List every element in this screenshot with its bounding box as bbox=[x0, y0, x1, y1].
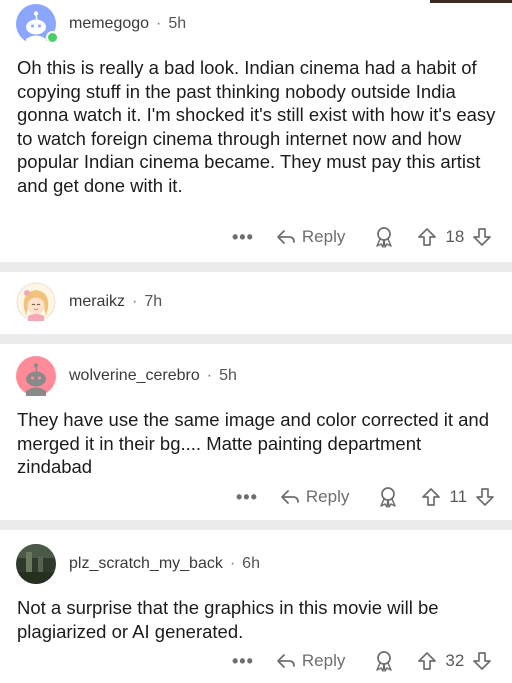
downvote-icon[interactable] bbox=[472, 227, 492, 247]
comment-age: 5h bbox=[168, 15, 187, 32]
upvote-icon[interactable] bbox=[417, 651, 437, 671]
reply-label: Reply bbox=[301, 651, 346, 670]
award-button[interactable] bbox=[373, 226, 395, 248]
snoo-avatar-icon bbox=[16, 356, 56, 396]
comment-meta: plz_scratch_my_back · 6h bbox=[69, 555, 260, 573]
reply-button[interactable]: Reply bbox=[276, 227, 345, 247]
comment: wolverine_cerebro · 5h They have use the… bbox=[0, 344, 512, 520]
username[interactable]: memegogo bbox=[69, 15, 149, 33]
vote-controls: 32 bbox=[417, 651, 492, 671]
username[interactable]: wolverine_cerebro bbox=[69, 367, 200, 385]
reply-button[interactable]: Reply bbox=[280, 487, 349, 507]
more-options-button[interactable]: ••• bbox=[236, 487, 258, 508]
comment: memegogo · 5h Oh this is really a bad lo… bbox=[0, 0, 512, 262]
comment-meta: wolverine_cerebro · 5h bbox=[69, 367, 237, 385]
comment-header: memegogo · 5h bbox=[16, 4, 186, 44]
reply-label: Reply bbox=[301, 227, 346, 246]
upvote-icon[interactable] bbox=[421, 487, 441, 507]
photo-avatar-icon bbox=[16, 544, 56, 584]
comment-actions: ••• Reply 18 bbox=[232, 226, 492, 248]
vote-count: 11 bbox=[449, 487, 468, 506]
comment-body: Not a surprise that the graphics in this… bbox=[17, 597, 439, 642]
award-icon bbox=[380, 487, 397, 508]
reply-icon bbox=[277, 230, 295, 244]
upvote-icon[interactable] bbox=[417, 227, 437, 247]
reply-icon bbox=[281, 490, 299, 504]
award-button[interactable] bbox=[373, 650, 395, 672]
separator-dot: · bbox=[229, 555, 236, 572]
comment-body: They have use the same image and color c… bbox=[17, 409, 490, 477]
comment-meta: meraikz · 7h bbox=[69, 293, 162, 311]
reply-button[interactable]: Reply bbox=[276, 651, 345, 671]
vote-controls: 11 bbox=[421, 487, 495, 507]
comment-meta: memegogo · 5h bbox=[69, 15, 186, 33]
avatar[interactable] bbox=[16, 4, 59, 44]
username[interactable]: plz_scratch_my_back bbox=[69, 555, 223, 573]
avatar[interactable] bbox=[16, 356, 56, 396]
separator-dot: · bbox=[206, 367, 213, 384]
vote-controls: 18 bbox=[417, 227, 492, 247]
avatar[interactable] bbox=[16, 282, 56, 322]
online-status-indicator bbox=[46, 31, 59, 44]
separator-dot: · bbox=[132, 293, 138, 310]
award-icon bbox=[376, 227, 393, 248]
comment-divider bbox=[0, 520, 512, 530]
comment-age: 6h bbox=[242, 555, 260, 572]
comment-body: Oh this is really a bad look. Indian cin… bbox=[17, 57, 496, 196]
award-icon bbox=[376, 651, 393, 672]
comment-divider bbox=[0, 334, 512, 344]
cartoon-girl-avatar-icon bbox=[16, 282, 56, 322]
comment-header: meraikz · 7h bbox=[16, 282, 162, 322]
separator-dot: · bbox=[156, 15, 162, 32]
downvote-icon[interactable] bbox=[472, 651, 492, 671]
comment-age: 5h bbox=[219, 367, 237, 384]
more-options-button[interactable]: ••• bbox=[232, 651, 254, 672]
vote-count: 18 bbox=[445, 227, 465, 246]
comment-collapsed[interactable]: meraikz · 7h bbox=[0, 272, 512, 334]
comment-actions: ••• Reply 32 bbox=[232, 650, 492, 672]
reply-label: Reply bbox=[305, 487, 350, 506]
comment-age: 7h bbox=[144, 293, 163, 310]
comment-divider bbox=[0, 262, 512, 272]
comment-header: plz_scratch_my_back · 6h bbox=[16, 544, 260, 584]
username[interactable]: meraikz bbox=[69, 293, 125, 311]
comment-header: wolverine_cerebro · 5h bbox=[16, 356, 237, 396]
vote-count: 32 bbox=[445, 651, 465, 670]
reply-icon bbox=[277, 654, 295, 668]
comment: plz_scratch_my_back · 6h Not a surprise … bbox=[0, 530, 512, 683]
award-button[interactable] bbox=[377, 486, 399, 508]
more-options-button[interactable]: ••• bbox=[232, 227, 254, 248]
comment-actions: ••• Reply 11 bbox=[236, 486, 495, 508]
avatar[interactable] bbox=[16, 544, 56, 584]
downvote-icon[interactable] bbox=[475, 487, 495, 507]
